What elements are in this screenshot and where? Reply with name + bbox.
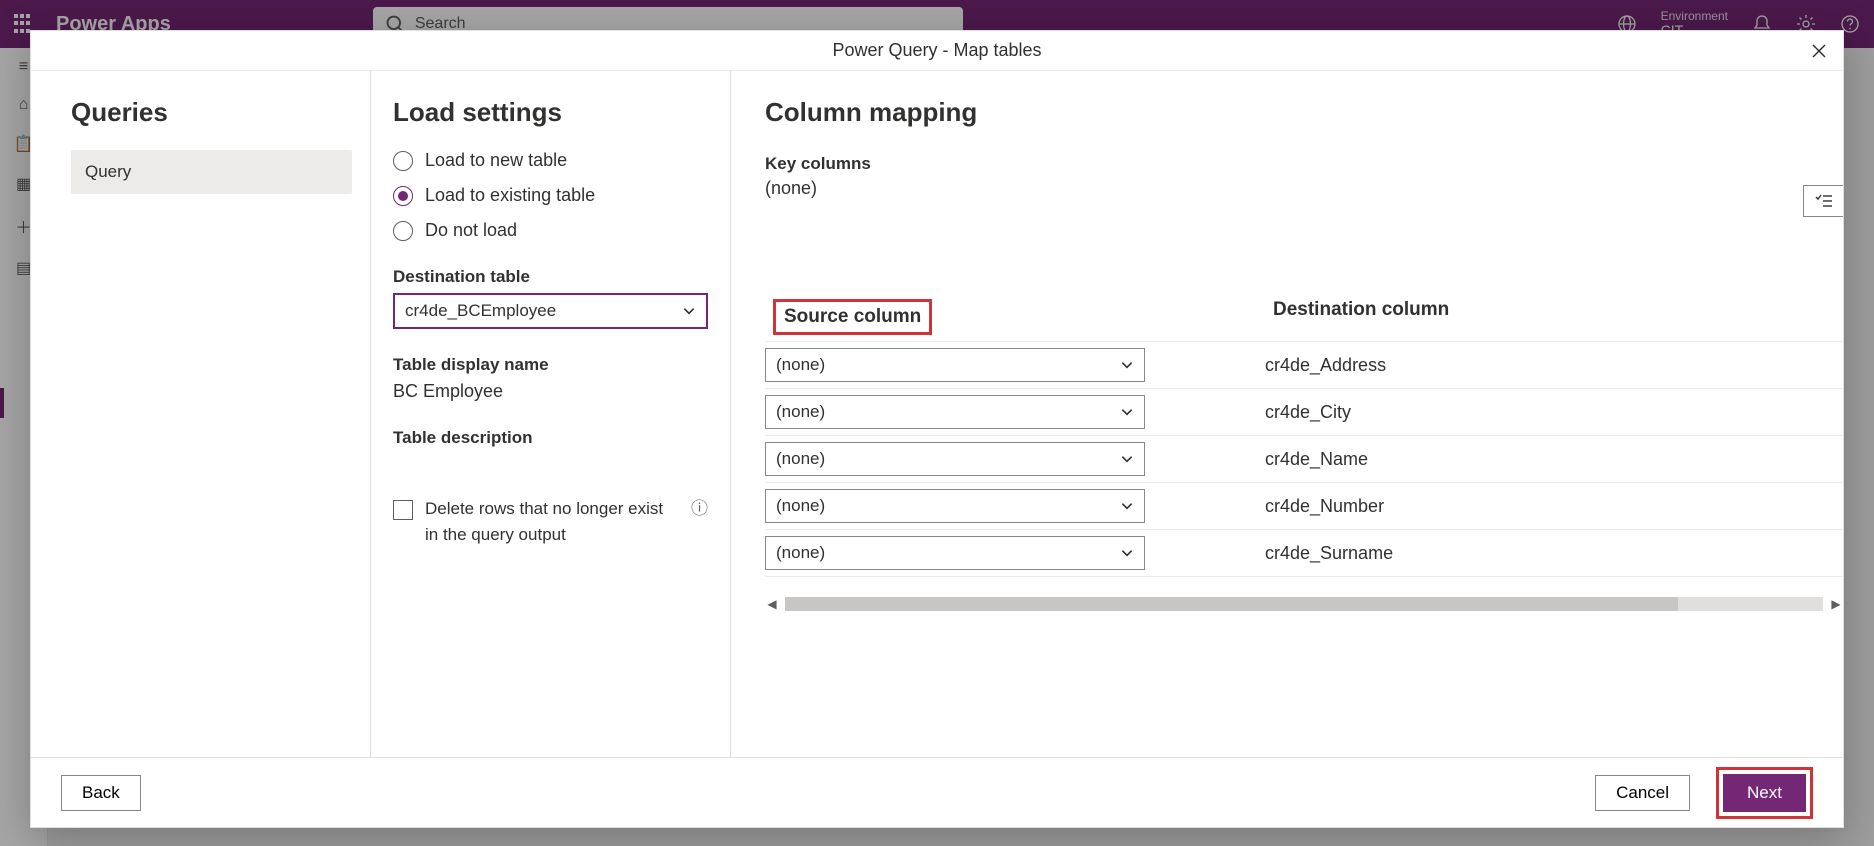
destination-column-value: cr4de_City [1265,402,1351,423]
destination-column-value: cr4de_Surname [1265,543,1393,564]
radio-icon [393,186,413,206]
source-column-select[interactable]: (none) [765,395,1145,429]
table-description-label: Table description [393,428,708,448]
next-button[interactable]: Next [1723,774,1806,812]
query-list-item[interactable]: Query [71,150,352,194]
queries-panel: Queries Query [31,71,371,757]
queries-heading: Queries [71,97,352,128]
source-column-value: (none) [776,449,825,469]
map-tables-dialog: Power Query - Map tables Queries Query L… [30,30,1844,828]
horizontal-scrollbar[interactable]: ◀ ▶ [765,595,1843,613]
chevron-down-icon [1120,358,1134,372]
source-column-value: (none) [776,355,825,375]
mapping-row: (none) cr4de_Number [765,482,1843,529]
dialog-title-bar: Power Query - Map tables [31,31,1843,71]
load-settings-heading: Load settings [393,97,708,128]
chevron-down-icon [1120,452,1134,466]
chevron-down-icon [1120,499,1134,513]
destination-table-label: Destination table [393,267,708,287]
destination-table-value: cr4de_BCEmployee [405,301,556,321]
destination-column-value: cr4de_Number [1265,496,1384,517]
table-display-name-value: BC Employee [393,381,708,402]
mapping-headers: Source column Destination column [765,293,1843,341]
chevron-down-icon [1120,405,1134,419]
checkbox-icon [393,500,413,520]
radio-label: Do not load [425,220,517,241]
auto-map-button[interactable] [1803,185,1843,217]
close-icon [1812,44,1826,58]
source-column-value: (none) [776,496,825,516]
scroll-thumb[interactable] [785,597,1678,611]
mapping-row: (none) cr4de_Name [765,435,1843,482]
mapping-row: (none) cr4de_Address [765,341,1843,388]
mapping-row: (none) cr4de_Surname [765,529,1843,577]
table-display-name-label: Table display name [393,355,708,375]
radio-label: Load to existing table [425,185,595,206]
destination-column-value: cr4de_Name [1265,449,1368,470]
delete-rows-checkbox[interactable]: Delete rows that no longer exist in the … [393,496,708,547]
radio-icon [393,221,413,241]
column-mapping-panel: Column mapping Key columns (none) Source… [731,71,1843,757]
back-button[interactable]: Back [61,775,141,811]
radio-load-existing[interactable]: Load to existing table [393,185,708,206]
dialog-footer: Back Cancel Next [31,757,1843,827]
load-settings-panel: Load settings Load to new table Load to … [371,71,731,757]
key-columns-value: (none) [765,178,1843,199]
destination-column-value: cr4de_Address [1265,355,1386,376]
dialog-title: Power Query - Map tables [832,40,1041,61]
source-column-select[interactable]: (none) [765,348,1145,382]
next-button-highlight: Next [1716,767,1813,819]
source-column-value: (none) [776,402,825,422]
key-columns-label: Key columns [765,154,1843,174]
source-column-value: (none) [776,543,825,563]
radio-label: Load to new table [425,150,567,171]
cancel-button[interactable]: Cancel [1595,775,1690,811]
scroll-track[interactable] [785,597,1823,611]
radio-icon [393,151,413,171]
scroll-right-arrow[interactable]: ▶ [1829,597,1843,611]
source-column-select[interactable]: (none) [765,489,1145,523]
mapping-toolbar [1803,185,1843,217]
info-icon[interactable]: ⓘ [691,496,708,522]
radio-load-new[interactable]: Load to new table [393,150,708,171]
source-column-header: Source column [773,299,932,335]
destination-table-select[interactable]: cr4de_BCEmployee [393,293,708,329]
delete-rows-label: Delete rows that no longer exist in the … [425,496,679,547]
chevron-down-icon [1120,546,1134,560]
column-mapping-heading: Column mapping [765,97,1843,128]
source-column-select[interactable]: (none) [765,442,1145,476]
source-column-select[interactable]: (none) [765,536,1145,570]
chevron-down-icon [682,304,696,318]
close-button[interactable] [1807,39,1831,63]
list-check-icon [1815,194,1833,208]
scroll-left-arrow[interactable]: ◀ [765,597,779,611]
mapping-row: (none) cr4de_City [765,388,1843,435]
destination-column-header: Destination column [1265,293,1457,341]
radio-do-not-load[interactable]: Do not load [393,220,708,241]
